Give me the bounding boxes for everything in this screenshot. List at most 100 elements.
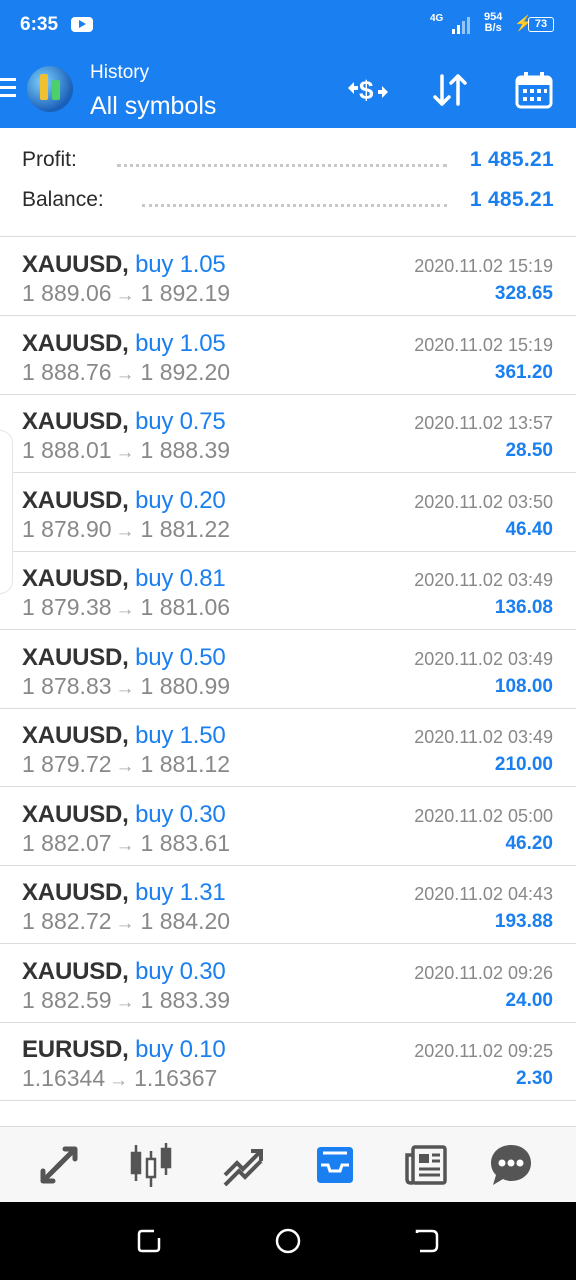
- trade-profit: 361.20: [494, 361, 553, 383]
- trade-profit: 46.20: [505, 832, 553, 854]
- account-summary: Profit: 1 485.21 Balance: 1 485.21: [0, 128, 576, 237]
- trade-action: buy 0.50: [135, 643, 226, 671]
- battery-level: 73: [528, 17, 554, 32]
- trade-action: buy 0.30: [135, 800, 226, 828]
- svg-text:$: $: [359, 75, 374, 105]
- symbol-name: XAUUSD,: [22, 879, 129, 906]
- trade-profit: 210.00: [494, 754, 553, 775]
- trade-profit: 2.30: [516, 1068, 553, 1089]
- calendar-icon[interactable]: [514, 70, 554, 110]
- app-subtitle: History: [90, 62, 150, 83]
- trade-action: buy 0.20: [135, 486, 226, 514]
- price-arrow: →: [115, 599, 135, 620]
- trade-prices: 1 878.83 → 1 880.99: [22, 673, 230, 700]
- trade-symbol: XAUUSD, buy 1.50: [22, 722, 226, 750]
- symbol-name: XAUUSD,: [22, 565, 129, 592]
- logo-icon: [27, 66, 73, 112]
- trade-row[interactable]: XAUUSD, buy 0.75 1 888.01 → 1 888.39 2020.11…: [0, 394, 576, 473]
- open-price: 1 882.59: [22, 986, 112, 1013]
- open-price: 1 878.90: [22, 515, 112, 542]
- trade-row[interactable]: XAUUSD, buy 1.31 1 882.72 → 1 884.20 2020.11…: [0, 865, 576, 944]
- open-price: 1 878.83: [22, 672, 112, 699]
- trade-symbol: XAUUSD, buy 1.31: [22, 879, 226, 907]
- sort-icon[interactable]: [430, 70, 470, 110]
- balance-row: Balance: 1 485.21: [22, 188, 554, 218]
- trade-time: 2020.11.02 05:00: [414, 805, 553, 826]
- trade-profit: 328.65: [494, 283, 553, 304]
- network-type: 4G: [430, 13, 444, 24]
- trade-row[interactable]: XAUUSD, buy 0.30 1 882.59 → 1 883.39 2020.11…: [0, 944, 576, 1023]
- trade-row[interactable]: XAUUSD, buy 1.05 1 889.06 → 1 892.19 2020.11…: [0, 237, 576, 316]
- trade-prices: 1 882.59 → 1 883.39: [22, 987, 230, 1014]
- menu-icon[interactable]: [0, 78, 16, 98]
- trade-row[interactable]: XAUUSD, buy 1.50 1 879.72 → 1 881.12 2020.11…: [0, 708, 576, 787]
- app-title[interactable]: All symbols: [90, 92, 216, 121]
- history-icon[interactable]: [311, 1141, 359, 1189]
- trade-symbol: XAUUSD, buy 0.81: [22, 565, 226, 593]
- edge-panel-handle[interactable]: [0, 430, 13, 594]
- open-price: 1 879.72: [22, 751, 112, 777]
- home-icon[interactable]: [275, 1228, 301, 1254]
- trade-time: 2020.11.02 03:50: [414, 491, 553, 512]
- dotted-leader: [142, 204, 447, 207]
- trade-row[interactable]: XAUUSD, buy 0.20 1 878.90 → 1 881.22 2020.11…: [0, 473, 576, 552]
- symbol-name: XAUUSD,: [22, 800, 129, 828]
- trade-time: 2020.11.02 15:19: [414, 256, 553, 276]
- trade-symbol: EURUSD, buy 0.10: [22, 1036, 226, 1064]
- trade-prices: 1 882.72 → 1 884.20: [22, 908, 230, 935]
- price-arrow: →: [115, 677, 135, 699]
- trade-profit: 28.50: [505, 440, 553, 461]
- trade-prices: 1 879.38 → 1 881.06: [22, 594, 230, 621]
- profit-label: Profit:: [22, 148, 77, 171]
- recent-apps-icon[interactable]: [136, 1228, 162, 1254]
- trade-prices: 1 879.72 → 1 881.12: [22, 751, 230, 778]
- trade-time: 2020.11.02 03:49: [414, 648, 553, 669]
- trade-symbol: XAUUSD, buy 0.30: [22, 801, 226, 829]
- trade-row[interactable]: XAUUSD, buy 1.05 1 888.76 → 1 892.20 2020.11…: [0, 316, 576, 395]
- trade-time: 2020.11.02 03:49: [414, 570, 553, 590]
- trade-row[interactable]: XAUUSD, buy 0.30 1 882.07 → 1 883.61 2020.11…: [0, 787, 576, 866]
- close-price: 1 881.22: [140, 515, 231, 542]
- deposit-exchange-icon[interactable]: $: [344, 70, 392, 110]
- symbol-name: XAUUSD,: [22, 329, 129, 357]
- open-price: 1.16344: [22, 1065, 106, 1091]
- chat-icon[interactable]: [487, 1141, 535, 1189]
- trade-icon[interactable]: [219, 1141, 267, 1189]
- news-icon[interactable]: [403, 1141, 451, 1189]
- trade-prices: 1 878.90 → 1 881.22: [22, 516, 230, 543]
- trade-time: 2020.11.02 09:25: [414, 1041, 553, 1061]
- price-arrow: →: [115, 442, 135, 463]
- close-price: 1 884.20: [140, 908, 231, 934]
- dotted-leader: [117, 164, 447, 167]
- price-arrow: →: [109, 1070, 129, 1091]
- back-icon[interactable]: [414, 1228, 440, 1254]
- trade-profit: 24.00: [505, 989, 553, 1011]
- trade-row[interactable]: EURUSD, buy 0.10 1.16344 → 1.16367 2020.11.0…: [0, 1022, 576, 1101]
- network-speed: 954 B/s: [484, 12, 502, 34]
- price-arrow: →: [115, 834, 135, 856]
- signal-icon: [452, 16, 472, 34]
- symbol-name: XAUUSD,: [22, 408, 129, 435]
- trade-symbol: XAUUSD, buy 1.05: [22, 330, 226, 358]
- trade-row[interactable]: XAUUSD, buy 0.50 1 878.83 → 1 880.99 2020.11…: [0, 630, 576, 709]
- trade-action: buy 0.81: [135, 565, 226, 592]
- status-bar: 6:35 4G 954 B/s ⚡ 73: [0, 0, 576, 50]
- quotes-icon[interactable]: [35, 1141, 83, 1189]
- trade-action: buy 0.30: [135, 957, 226, 985]
- close-price: 1 881.12: [140, 751, 231, 777]
- close-price: 1 892.19: [140, 280, 231, 306]
- balance-value: 1 485.21: [469, 188, 554, 211]
- symbol-name: EURUSD,: [22, 1036, 129, 1063]
- trade-time: 2020.11.02 09:26: [414, 962, 553, 983]
- profit-value: 1 485.21: [469, 148, 554, 171]
- trade-symbol: XAUUSD, buy 0.50: [22, 644, 226, 672]
- trade-action: buy 1.31: [135, 879, 226, 906]
- price-arrow: →: [115, 991, 135, 1013]
- open-price: 1 882.07: [22, 829, 112, 856]
- trade-time: 2020.11.02 15:19: [414, 334, 553, 355]
- chart-icon[interactable]: [127, 1141, 175, 1189]
- trade-action: buy 0.75: [135, 408, 226, 435]
- open-price: 1 882.72: [22, 908, 112, 934]
- open-price: 1 888.01: [22, 437, 112, 463]
- trade-row[interactable]: XAUUSD, buy 0.81 1 879.38 → 1 881.06 2020.11…: [0, 551, 576, 630]
